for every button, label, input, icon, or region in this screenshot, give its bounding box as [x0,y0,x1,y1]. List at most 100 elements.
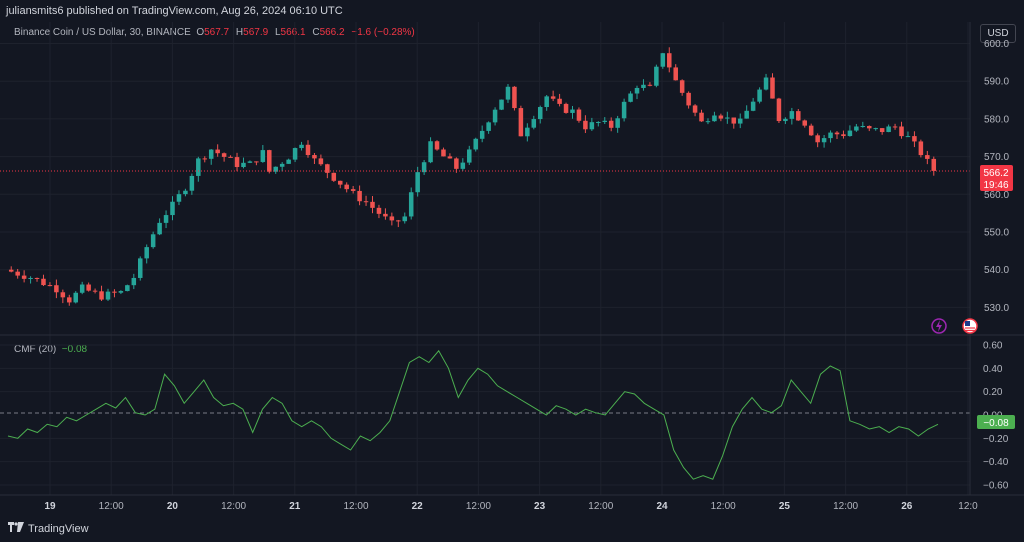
candle-body [679,80,685,93]
price-tick-label: 560.0 [984,190,1009,201]
candle-body [718,115,724,119]
lightning-icon[interactable] [931,318,947,334]
candle-body [318,158,324,165]
candle-body [867,126,872,129]
candle-body [479,130,485,139]
time-tick-label: 21 [289,501,301,512]
candle-body [518,108,524,137]
candle-body [47,285,53,287]
candle-body [802,120,808,126]
candle-body [144,247,149,259]
candle-body [699,112,704,122]
candle-body [834,132,840,135]
us-flag-icon[interactable] [962,318,978,334]
price-tick-label: 600.0 [984,39,1009,50]
cmf-tick-label: 0.60 [983,341,1003,352]
candle-body [873,128,878,130]
candle-body [673,67,678,81]
candle-body [563,103,569,113]
candle-body [421,162,427,173]
time-axis[interactable]: 19 12:00 20 12:00 21 12:00 22 12:00 23 12:00 24 12:… [44,501,978,512]
time-tick-label: 23 [534,501,546,512]
candle-body [260,150,266,162]
candle-body [905,136,911,138]
candle-body [557,98,562,104]
candle-body [796,111,801,121]
candle-body [512,86,517,109]
candle-body [783,118,788,122]
candle-body [350,189,356,191]
candle-body [344,184,349,190]
candle-body [854,126,859,131]
time-tick-label: 12:00 [466,501,491,512]
candle-body [305,144,311,156]
candle-body [654,66,659,86]
time-tick-label: 26 [901,501,913,512]
candle-body [376,207,382,214]
candle-body [505,86,511,100]
candle-body [363,201,369,203]
price-tick-label: 550.0 [984,228,1009,239]
cmf-tick-label: 0.20 [983,387,1003,398]
time-tick-label: 22 [412,501,424,512]
candle-body [492,109,498,123]
price-badge-price: 566.2 [983,168,1008,179]
cmf-badge-text: −0.08 [983,418,1009,429]
candle-body [21,275,27,279]
candle-body [396,220,401,222]
candle-body [415,172,420,193]
candle-body [828,132,833,139]
publish-header: juliansmits6 published on TradingView.co… [0,0,1024,22]
time-tick-label: 12:00 [833,501,858,512]
candle-body [228,156,233,158]
candle-body [608,120,614,128]
candle-body [183,190,188,195]
candle-body [196,158,201,176]
candle-body [918,141,924,156]
time-tick-label: 25 [779,501,791,512]
candle-body [273,166,278,172]
candle-body [131,277,137,286]
price-tick-label: 570.0 [984,152,1009,163]
time-tick-label: 12:00 [221,501,246,512]
candle-body [325,164,330,173]
candle-body [28,277,33,279]
tradingview-logo-icon [8,522,24,535]
candle-body [815,135,820,143]
tradingview-logo[interactable]: TradingView [8,522,89,535]
candle-body [667,53,672,68]
chart-area[interactable]: 530.0 540.0 550.0 560.0 570.0 580.0 590.0 600.0… [0,22,1024,518]
candle-body [8,269,14,272]
cmf-tick-label: 0.40 [983,364,1003,375]
candle-body [841,134,846,137]
candle-body [447,156,453,159]
candle-body [67,297,72,303]
candle-body [189,175,195,191]
candle-body [331,172,337,181]
candle-body [441,149,446,157]
candle-body [170,201,175,216]
candle-body [705,121,711,123]
candle-body [460,162,466,169]
time-tick-label: 12:00 [99,501,124,512]
time-tick-label: 12:0 [958,501,978,512]
candle-body [202,158,208,160]
candle-body [686,92,691,106]
publisher-text: juliansmits6 published on TradingView.co… [6,5,343,17]
candle-body [434,141,440,150]
candle-body [886,126,891,133]
candle-body [776,98,782,122]
price-candles [8,47,937,306]
price-tick-label: 540.0 [984,265,1009,276]
candle-body [383,213,388,217]
candle-body [602,120,608,122]
candle-body [596,121,601,123]
time-tick-label: 24 [656,501,668,512]
candle-body [931,158,937,171]
candle-body [879,128,885,133]
candle-body [621,101,627,119]
candle-body [499,99,504,110]
candle-body [525,127,530,137]
candle-body [112,291,117,293]
cmf-badge: −0.08 [977,415,1015,429]
